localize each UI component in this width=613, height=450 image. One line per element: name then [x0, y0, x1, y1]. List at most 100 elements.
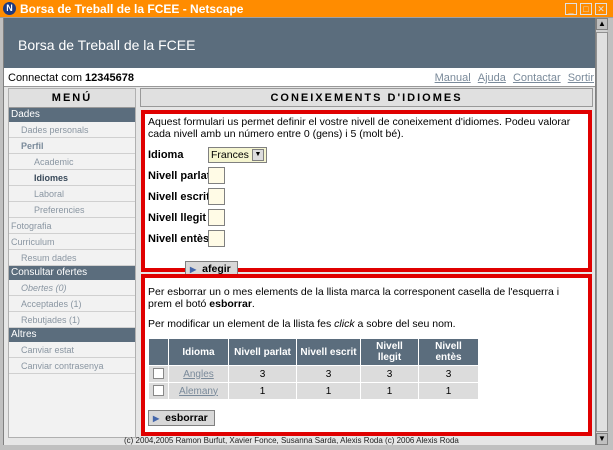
- site-title: Borsa de Treball de la FCEE: [18, 37, 196, 53]
- menu-item-rebutjades[interactable]: Rebutjades (1): [9, 312, 135, 328]
- top-links: Manual Ajuda Contactar Sortir: [431, 72, 594, 84]
- escrit-cell: 3: [296, 365, 361, 383]
- arrow-right-icon: ▶: [153, 414, 160, 423]
- nivell-parlat-input[interactable]: [208, 167, 225, 184]
- menu-section-altres: Altres: [9, 328, 135, 342]
- nivell-entes-label: Nivell entès: [148, 233, 210, 245]
- connected-as: Connectat com 12345678: [8, 72, 134, 84]
- window-title: Borsa de Treball de la FCEE - Netscape: [20, 2, 244, 16]
- idioma-label: Idioma: [148, 149, 184, 161]
- chevron-down-icon: ▼: [251, 149, 264, 162]
- menu-section-ofertes: Consultar ofertes: [9, 266, 135, 280]
- logout-link[interactable]: Sortir: [568, 72, 594, 84]
- close-icon[interactable]: ✕: [595, 3, 607, 15]
- nivell-llegit-input[interactable]: [208, 209, 225, 226]
- llegit-cell: 1: [360, 382, 419, 400]
- language-link[interactable]: Angles: [183, 369, 214, 380]
- delete-instructions-bold: esborrar: [209, 298, 252, 310]
- language-list-panel: Per esborrar un o mes elements de la lli…: [141, 274, 592, 436]
- main-content: CONEIXEMENTS D'IDIOMES Aquest formulari …: [140, 88, 593, 438]
- menu-item-preferencies[interactable]: Preferencies: [9, 202, 135, 218]
- manual-link[interactable]: Manual: [435, 72, 471, 84]
- parlat-cell: 3: [228, 365, 297, 383]
- idioma-cell: Alemany: [168, 382, 229, 400]
- arrow-right-icon: ▶: [190, 265, 197, 274]
- menu-section-dades: Dades: [9, 108, 135, 122]
- nivell-entes-row: Nivell entès: [148, 230, 585, 249]
- menu-item-resum-dades[interactable]: Resum dades: [9, 250, 135, 266]
- scrollbar-thumb[interactable]: [596, 32, 608, 432]
- nivell-llegit-label: Nivell llegit: [148, 212, 207, 224]
- footer-copyright: (c) 2004,2005 Ramon Burfut, Xavier Fonce…: [124, 436, 459, 445]
- menu-item-fotografia[interactable]: Fotografia: [9, 218, 135, 234]
- nivell-llegit-row: Nivell llegit: [148, 209, 585, 228]
- modify-instructions: Per modificar un element de la llista fe…: [148, 318, 585, 330]
- row-checkbox[interactable]: [153, 368, 164, 380]
- idioma-select[interactable]: Frances ▼: [208, 147, 267, 163]
- site-header: Borsa de Treball de la FCEE: [4, 18, 595, 68]
- column-header-idioma: Idioma: [168, 338, 229, 366]
- delete-instructions: Per esborrar un o mes elements de la lli…: [148, 286, 585, 310]
- parlat-cell: 1: [228, 382, 297, 400]
- modify-instructions-end: a sobre del seu nom.: [354, 318, 456, 330]
- vertical-scrollbar[interactable]: ▲ ▼: [595, 18, 608, 445]
- row-select-cell: [148, 365, 169, 383]
- nivell-escrit-label: Nivell escrit: [148, 191, 210, 203]
- menu-item-idiomes[interactable]: Idiomes: [9, 170, 135, 186]
- delete-button-label: esborrar: [165, 412, 208, 424]
- netscape-icon: N: [3, 2, 16, 15]
- sidebar-menu: MENÚ Dades Dades personals Perfil Academ…: [8, 88, 136, 438]
- page-title: CONEIXEMENTS D'IDIOMES: [140, 88, 593, 107]
- contact-link[interactable]: Contactar: [513, 72, 561, 84]
- column-header-select: [148, 338, 169, 366]
- column-header-parlat: Nivell parlat: [228, 338, 297, 366]
- delete-button[interactable]: ▶ esborrar: [148, 410, 215, 426]
- escrit-cell: 1: [296, 382, 361, 400]
- column-header-llegit: Nivell llegit: [360, 338, 419, 366]
- menu-item-acceptades[interactable]: Acceptades (1): [9, 296, 135, 312]
- nivell-parlat-row: Nivell parlat: [148, 167, 585, 186]
- scroll-up-icon[interactable]: ▲: [596, 18, 608, 30]
- menu-item-perfil[interactable]: Perfil: [9, 138, 135, 154]
- row-checkbox[interactable]: [153, 385, 164, 397]
- help-link[interactable]: Ajuda: [478, 72, 506, 84]
- entes-cell: 3: [418, 365, 479, 383]
- idioma-row: Idioma Frances ▼: [148, 146, 585, 165]
- nivell-entes-input[interactable]: [208, 230, 225, 247]
- browser-viewport: Borsa de Treball de la FCEE Connectat co…: [3, 18, 595, 445]
- menu-item-canviar-contrasenya[interactable]: Canviar contrasenya: [9, 358, 135, 374]
- nivell-escrit-row: Nivell escrit: [148, 188, 585, 207]
- entes-cell: 1: [418, 382, 479, 400]
- menu-item-obertes[interactable]: Obertes (0): [9, 280, 135, 296]
- nivell-escrit-input[interactable]: [208, 188, 225, 205]
- menu-title: MENÚ: [9, 89, 135, 108]
- column-header-entes: Nivell entès: [418, 338, 479, 366]
- nivell-parlat-label: Nivell parlat: [148, 170, 211, 182]
- modify-instructions-text: Per modificar un element de la llista fe…: [148, 318, 335, 330]
- minimize-icon[interactable]: _: [565, 3, 577, 15]
- menu-item-curriculum[interactable]: Curriculum: [9, 234, 135, 250]
- row-select-cell: [148, 382, 169, 400]
- window-titlebar: N Borsa de Treball de la FCEE - Netscape…: [0, 0, 613, 18]
- menu-item-laboral[interactable]: Laboral: [9, 186, 135, 202]
- form-intro: Aquest formulari us permet definir el vo…: [148, 116, 571, 140]
- idioma-selected-value: Frances: [211, 149, 249, 161]
- maximize-icon[interactable]: □: [580, 3, 592, 15]
- user-bar: Connectat com 12345678 Manual Ajuda Cont…: [4, 68, 595, 87]
- user-id: 12345678: [85, 72, 134, 84]
- llegit-cell: 3: [360, 365, 419, 383]
- idioma-cell: Angles: [168, 365, 229, 383]
- delete-instructions-end: .: [251, 298, 255, 310]
- table-row: Alemany 1 1 1 1: [148, 382, 479, 400]
- scroll-down-icon[interactable]: ▼: [596, 433, 608, 445]
- connected-label: Connectat com: [8, 72, 86, 84]
- column-header-escrit: Nivell escrit: [296, 338, 361, 366]
- menu-item-academic[interactable]: Academic: [9, 154, 135, 170]
- language-form-panel: Aquest formulari us permet definir el vo…: [141, 110, 592, 277]
- window-bottom-border: [3, 445, 595, 450]
- table-header-row: Idioma Nivell parlat Nivell escrit Nivel…: [148, 338, 479, 366]
- table-row: Angles 3 3 3 3: [148, 365, 479, 383]
- language-link[interactable]: Alemany: [179, 386, 218, 397]
- menu-item-dades-personals[interactable]: Dades personals: [9, 122, 135, 138]
- menu-item-canviar-estat[interactable]: Canviar estat: [9, 342, 135, 358]
